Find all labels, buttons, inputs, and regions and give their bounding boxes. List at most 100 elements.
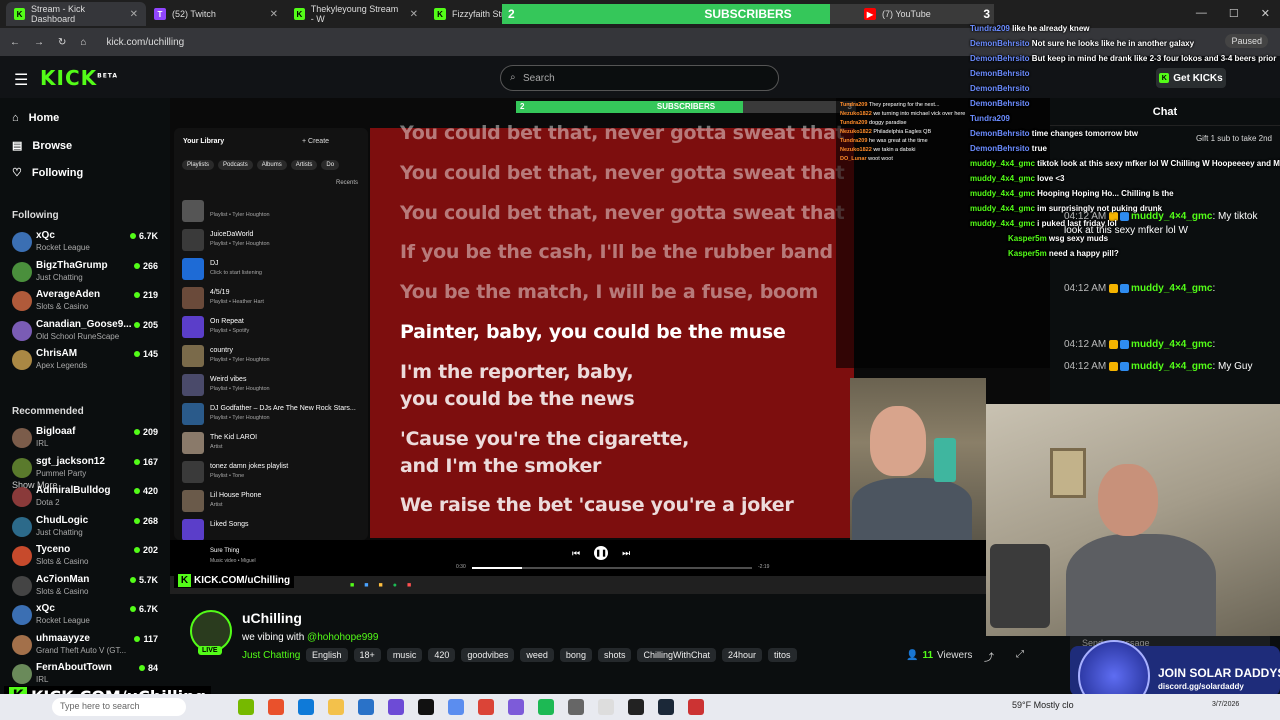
stream-tag[interactable]: titos [768,648,797,662]
browser-tab[interactable]: K Thekyleyoung Stream - W ✕ [286,2,426,26]
person-body [1066,534,1216,636]
sidebar-channel[interactable]: ChrisAM Apex Legends 145 [12,348,162,374]
chrome-icon[interactable] [478,699,494,715]
live-dot-icon [133,517,140,524]
stream-tag[interactable]: shots [597,648,632,662]
url-field[interactable]: kick.com/uchilling [106,37,184,48]
channel-game: Just Chatting [36,527,83,537]
avatar [12,575,32,596]
close-tab-icon[interactable]: ✕ [270,9,278,20]
channel-game: Rocket League [36,243,90,252]
close-window-icon[interactable]: ✕ [1261,7,1270,20]
chat-username[interactable]: muddy_4×4_gmc [1131,211,1212,222]
channel-game: Just Chatting [36,272,83,282]
obs-icon[interactable] [628,699,644,715]
avatar [12,546,32,566]
sidebar-channel[interactable]: sgt_jackson12 Pummel Party 167 [12,456,162,482]
sidebar-channel[interactable]: xQc Rocket League 6.7K [12,603,162,629]
stream-tag[interactable]: 24hour [722,648,763,662]
app-icon[interactable] [598,699,614,715]
pinned-gift-banner[interactable]: Gift 1 sub to take 2nd [1058,134,1272,143]
youtube-tab[interactable]: ▶ (7) YouTube [856,2,996,26]
stream-title-mention[interactable]: @hohohope999 [307,632,378,643]
stream-info: LIVE uChilling we vibing with @hohohope9… [170,594,1050,688]
settings-icon[interactable] [568,699,584,715]
sidebar-channel[interactable]: Tyceno Slots & Casino 202 [12,544,162,570]
sidebar-channel[interactable]: xQc Rocket League 6.7K [12,230,162,256]
minimize-icon[interactable]: — [1196,7,1207,20]
app-icon[interactable] [388,699,404,715]
live-dot-icon [138,665,145,671]
app-icon[interactable] [688,699,704,715]
tiktok-icon[interactable] [418,699,434,715]
forward-icon[interactable]: → [34,37,44,48]
sidebar-item-following[interactable]: ♡ Following [12,166,83,180]
reload-icon[interactable]: ↻ [58,37,66,48]
browser-tab[interactable]: T (52) Twitch ✕ [146,2,286,26]
search-input[interactable]: ⌕ Search [500,65,779,91]
sidebar-item-home[interactable]: ⌂ Home [12,112,59,124]
taskbar-weather[interactable]: 59°F Mostly clo [1012,700,1074,710]
close-tab-icon[interactable]: ✕ [130,9,138,20]
share-icon[interactable]: ⤴ [984,649,994,664]
stream-player[interactable]: 2 SUBSCRIBERS 3 Your Library + Create Pl… [170,98,1050,594]
channel-name: uhmaayyze [36,632,90,644]
stream-tag[interactable]: music [386,648,423,662]
paused-badge[interactable]: Paused [1225,34,1268,48]
channel-game: Apex Legends [36,361,88,370]
steam-icon[interactable] [658,699,674,715]
chat-username[interactable]: muddy_4×4_gmc [1131,361,1212,372]
sidebar-item-browse[interactable]: ▤ Browse [12,139,73,153]
channel-name: FernAboutTown [36,662,112,673]
sidebar-channel[interactable]: Ac7ionMan Slots & Casino 5.7K [12,574,162,600]
edge-icon[interactable] [298,699,314,715]
sidebar-item-label: Browse [32,139,73,152]
library-item-subtitle: Playlist • Tyler Houghton [210,212,270,218]
chat-username[interactable]: muddy_4×4_gmc [1131,283,1212,294]
sidebar-channel[interactable]: AverageAden Slots & Casino 219 [12,289,162,315]
stream-tag[interactable]: ChillingWithChat [637,648,716,662]
store-icon[interactable] [358,699,374,715]
sidebar-channel[interactable]: Canadian_Goose9... Old School RuneScape 20… [12,319,162,345]
get-kicks-button[interactable]: K Get KICKs [1156,68,1226,88]
app-icon[interactable] [448,699,464,715]
stream-tag[interactable]: 420 [428,648,456,662]
stream-tag[interactable]: goodvibes [461,648,515,662]
channel-username[interactable]: uChilling [242,610,302,626]
theatre-mode-icon[interactable]: ⤢ [1016,649,1024,660]
discord-icon[interactable] [508,699,524,715]
app-icon[interactable] [268,699,284,715]
stream-tag[interactable]: English [306,648,348,662]
browser-tab[interactable]: K Stream - Kick Dashboard ✕ [6,2,146,26]
crown-badge-icon [1109,283,1119,293]
maximize-icon[interactable]: ☐ [1229,7,1239,20]
library-item-title: Lil House Phone [210,492,262,499]
close-tab-icon[interactable]: ✕ [410,9,418,20]
file-explorer-icon[interactable] [328,699,344,715]
address-bar: ← → ↻ ⌂ kick.com/uchilling [0,28,1280,56]
library-item-subtitle: Playlist • Spotify [210,328,250,334]
back-icon[interactable]: ← [10,37,20,48]
stream-tag[interactable]: bong [559,648,592,662]
sidebar-channel[interactable]: ChudLogic Just Chatting 268 [12,515,162,541]
spotify-icon[interactable] [538,699,554,715]
chip: Albums [256,160,287,170]
home-icon[interactable]: ⌂ [80,37,86,48]
taskbar-date[interactable]: 3/7/2026 [1212,701,1239,708]
sidebar-channel[interactable]: AdmiralBulldog Dota 2 420 [12,485,162,511]
nvidia-icon[interactable] [238,699,254,715]
menu-icon[interactable]: ☰ [14,70,28,90]
sidebar-channel[interactable]: uhmaayyze Grand Theft Auto V (GT... 117 [12,633,162,659]
inner-subscribers-goal-bar: 2 SUBSCRIBERS 3 [516,101,856,113]
sidebar-channel[interactable]: BigzThaGrump Just Chatting 266 [12,260,162,286]
lyric-line: you could be the news [400,388,635,410]
stream-tag[interactable]: weed [520,648,554,662]
stream-category[interactable]: Just Chatting [242,650,300,661]
sidebar-channel[interactable]: FernAboutTown IRL 84 [12,662,162,688]
taskbar-search-input[interactable]: Type here to search [52,698,186,716]
sidebar-channel[interactable]: Bigloaaf IRL 209 [12,426,162,452]
overlay-chat-line: Tundra209 They preparing for the next... [840,102,939,108]
kick-logo[interactable]: KICKBETA [40,66,118,90]
chat-username[interactable]: muddy_4×4_gmc [1131,339,1212,350]
stream-tag[interactable]: 18+ [353,648,381,662]
